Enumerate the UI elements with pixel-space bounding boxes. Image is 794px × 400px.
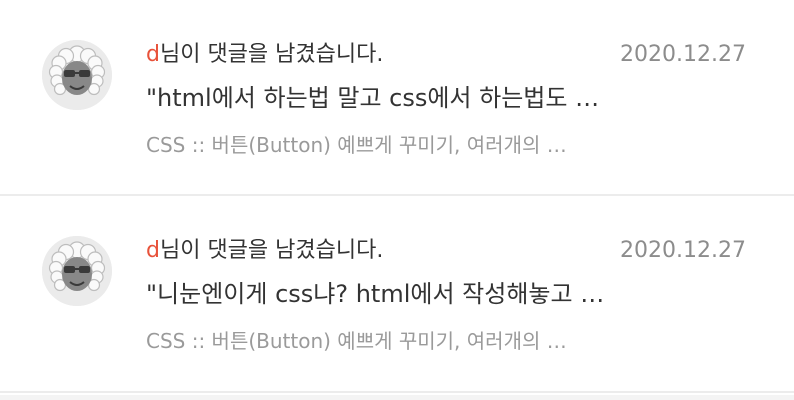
comment-preview[interactable]: "html에서 하는법 말고 css에서 하는법도 … xyxy=(146,82,626,114)
notification-date: 2020.12.27 xyxy=(620,42,746,67)
notification-item[interactable]: d님이 댓글을 남겼습니다. 2020.12.27 "html에서 하는법 말고… xyxy=(0,0,794,196)
comment-notification-list: d님이 댓글을 남겼습니다. 2020.12.27 "html에서 하는법 말고… xyxy=(0,0,794,400)
list-bottom-divider xyxy=(0,395,794,400)
notification-action-text: 님이 댓글을 남겼습니다. xyxy=(159,238,384,263)
post-title[interactable]: CSS :: 버튼(Button) 예쁘게 꾸미기, 여러개의 … xyxy=(146,326,626,356)
commenter-name[interactable]: d xyxy=(146,42,160,67)
notification-date: 2020.12.27 xyxy=(620,238,746,263)
user-avatar-icon[interactable] xyxy=(42,236,112,306)
notification-headline: d님이 댓글을 남겼습니다. xyxy=(146,236,383,266)
notification-headline: d님이 댓글을 남겼습니다. xyxy=(146,40,383,70)
comment-preview[interactable]: "니눈엔이게 css냐? html에서 작성해놓고 … xyxy=(146,278,626,310)
notification-action-text: 님이 댓글을 남겼습니다. xyxy=(159,42,384,67)
post-title[interactable]: CSS :: 버튼(Button) 예쁘게 꾸미기, 여러개의 … xyxy=(146,130,626,160)
notification-item[interactable]: d님이 댓글을 남겼습니다. 2020.12.27 "니눈엔이게 css냐? h… xyxy=(0,196,794,393)
user-avatar-icon[interactable] xyxy=(42,40,112,110)
commenter-name[interactable]: d xyxy=(146,238,160,263)
